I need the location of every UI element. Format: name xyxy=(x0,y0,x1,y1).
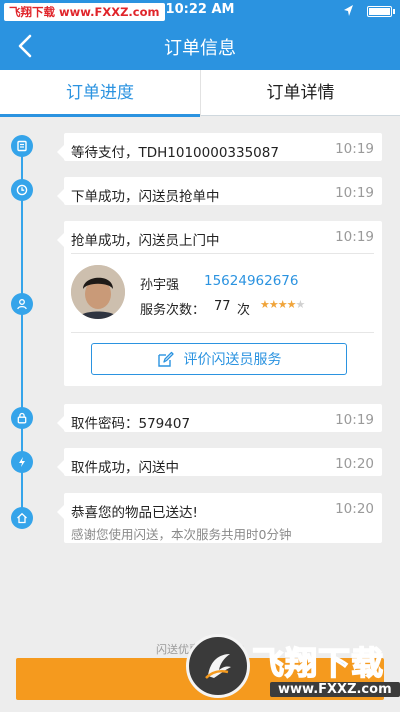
battery-icon xyxy=(367,6,395,17)
timeline-item-text: 恭喜您的物品已送达! xyxy=(71,505,198,521)
service-count-value: 77 xyxy=(214,299,231,314)
star-icon: ★ xyxy=(260,298,270,311)
star-icon: ★ xyxy=(295,298,306,311)
rating-stars: ★★★★★ xyxy=(260,298,306,311)
status-bar: 飞翔下载 www.FXXZ.com 10:22 AM xyxy=(0,0,400,22)
courier-name: 孙宇强 xyxy=(140,278,180,293)
page-title: 订单信息 xyxy=(164,38,236,59)
location-arrow-icon xyxy=(344,5,353,16)
timeline-item-time: 10:20 xyxy=(335,501,374,517)
watermark-title: 飞翔下载 xyxy=(251,643,385,683)
timeline-item-text: 下单成功，闪送员抢单中 xyxy=(71,189,220,205)
avatar xyxy=(71,265,125,319)
timeline-item-text: 取件密码：579407 xyxy=(71,416,191,432)
star-icon: ★ xyxy=(277,298,288,311)
person-icon xyxy=(11,293,33,315)
star-icon: ★ xyxy=(286,298,297,311)
watermark-emblem-icon xyxy=(186,634,250,698)
timeline-item-text: 抢单成功，闪送员上门中 xyxy=(71,233,220,249)
timeline-item-time: 10:19 xyxy=(335,185,374,201)
service-count-unit: 次 xyxy=(237,303,251,318)
divider xyxy=(71,253,374,254)
courier-phone-link[interactable]: 15624962676 xyxy=(204,273,298,289)
edit-icon xyxy=(157,351,174,367)
timeline-item-text: 取件成功，闪送中 xyxy=(71,460,179,476)
rate-courier-label: 评价闪送员服务 xyxy=(183,352,282,368)
status-time: 10:22 AM xyxy=(165,2,235,17)
divider xyxy=(71,332,374,333)
timeline-item-text: 等待支付，TDH1010000335087 xyxy=(71,145,279,161)
receipt-icon xyxy=(11,135,33,157)
timeline-item: 恭喜您的物品已送达! 10:20 感谢您使用闪送，本次服务共用时0分钟 xyxy=(57,493,382,543)
lock-icon xyxy=(11,407,33,429)
timeline-item-time: 10:20 xyxy=(335,456,374,472)
timeline-item-time: 10:19 xyxy=(335,141,374,157)
watermark-logo: 飞翔下载 www.FXXZ.com xyxy=(186,630,400,710)
timeline-item-time: 10:19 xyxy=(335,412,374,428)
timeline-item: 取件成功，闪送中 10:20 xyxy=(57,448,382,476)
tab-order-progress[interactable]: 订单进度 xyxy=(0,70,200,117)
clock-icon xyxy=(11,179,33,201)
tab-order-detail[interactable]: 订单详情 xyxy=(200,70,400,116)
rate-courier-button[interactable]: 评价闪送员服务 xyxy=(91,343,347,375)
timeline-item: 等待支付，TDH1010000335087 10:19 xyxy=(57,133,382,161)
courier-card: 抢单成功，闪送员上门中 10:19 孙宇强 15624962676 服务次数： … xyxy=(57,221,382,386)
service-count-label: 服务次数： xyxy=(140,303,206,318)
star-icon: ★ xyxy=(268,298,279,311)
timeline-item: 下单成功，闪送员抢单中 10:19 xyxy=(57,177,382,205)
lightning-icon xyxy=(11,451,33,473)
watermark-url: www.FXXZ.com xyxy=(270,682,400,697)
home-icon xyxy=(11,507,33,529)
timeline-item-time: 10:19 xyxy=(335,229,374,245)
timeline-item-subtext: 感谢您使用闪送，本次服务共用时0分钟 xyxy=(71,527,292,542)
nav-bar: 订单信息 xyxy=(0,22,400,70)
timeline-item: 取件密码：579407 10:19 xyxy=(57,404,382,432)
tab-bar: 订单进度 订单详情 xyxy=(0,70,400,117)
